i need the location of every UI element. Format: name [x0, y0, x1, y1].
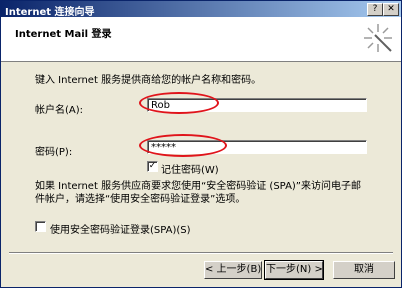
account-name-label: 帐户名(A): [35, 105, 84, 116]
annotation-ellipse-account [139, 92, 219, 114]
remember-password-checkbox[interactable]: ✓ [147, 161, 158, 172]
page-title: Internet Mail 登录 [15, 29, 112, 40]
instruction-text: 键入 Internet 服务提供商给您的帐户名称和密码。 [35, 75, 262, 86]
wizard-window: Internet 连接向导 ? ✕ Internet Mail 登录 键入 In… [0, 0, 402, 288]
help-button[interactable]: ? [367, 3, 383, 16]
cancel-button[interactable]: 取消 [333, 261, 395, 279]
annotation-ellipse-password [139, 134, 227, 157]
next-button[interactable]: 下一步(N) > [264, 260, 324, 280]
back-button[interactable]: < 上一步(B) [204, 261, 262, 279]
button-separator [9, 252, 393, 254]
close-button[interactable]: ✕ [383, 3, 399, 16]
remember-password-label[interactable]: 记住密码(W) [161, 161, 219, 176]
title-bar[interactable]: Internet 连接向导 ? ✕ [1, 1, 401, 18]
spa-description-line-1: 如果 Internet 服务供应商要求您使用“安全密码验证 (SPA)”来访问电… [35, 181, 361, 192]
wizard-header: Internet Mail 登录 [1, 17, 401, 62]
wizard-wand-icon [364, 24, 392, 52]
password-label: 密码(P): [35, 147, 73, 158]
spa-checkbox[interactable] [35, 221, 46, 232]
spa-label[interactable]: 使用安全密码验证登录(SPA)(S) [50, 221, 191, 236]
window-title: Internet 连接向导 [5, 7, 95, 18]
spa-description-line-2: 件帐户，请选择“使用安全密码验证登录”选项。 [35, 194, 246, 205]
